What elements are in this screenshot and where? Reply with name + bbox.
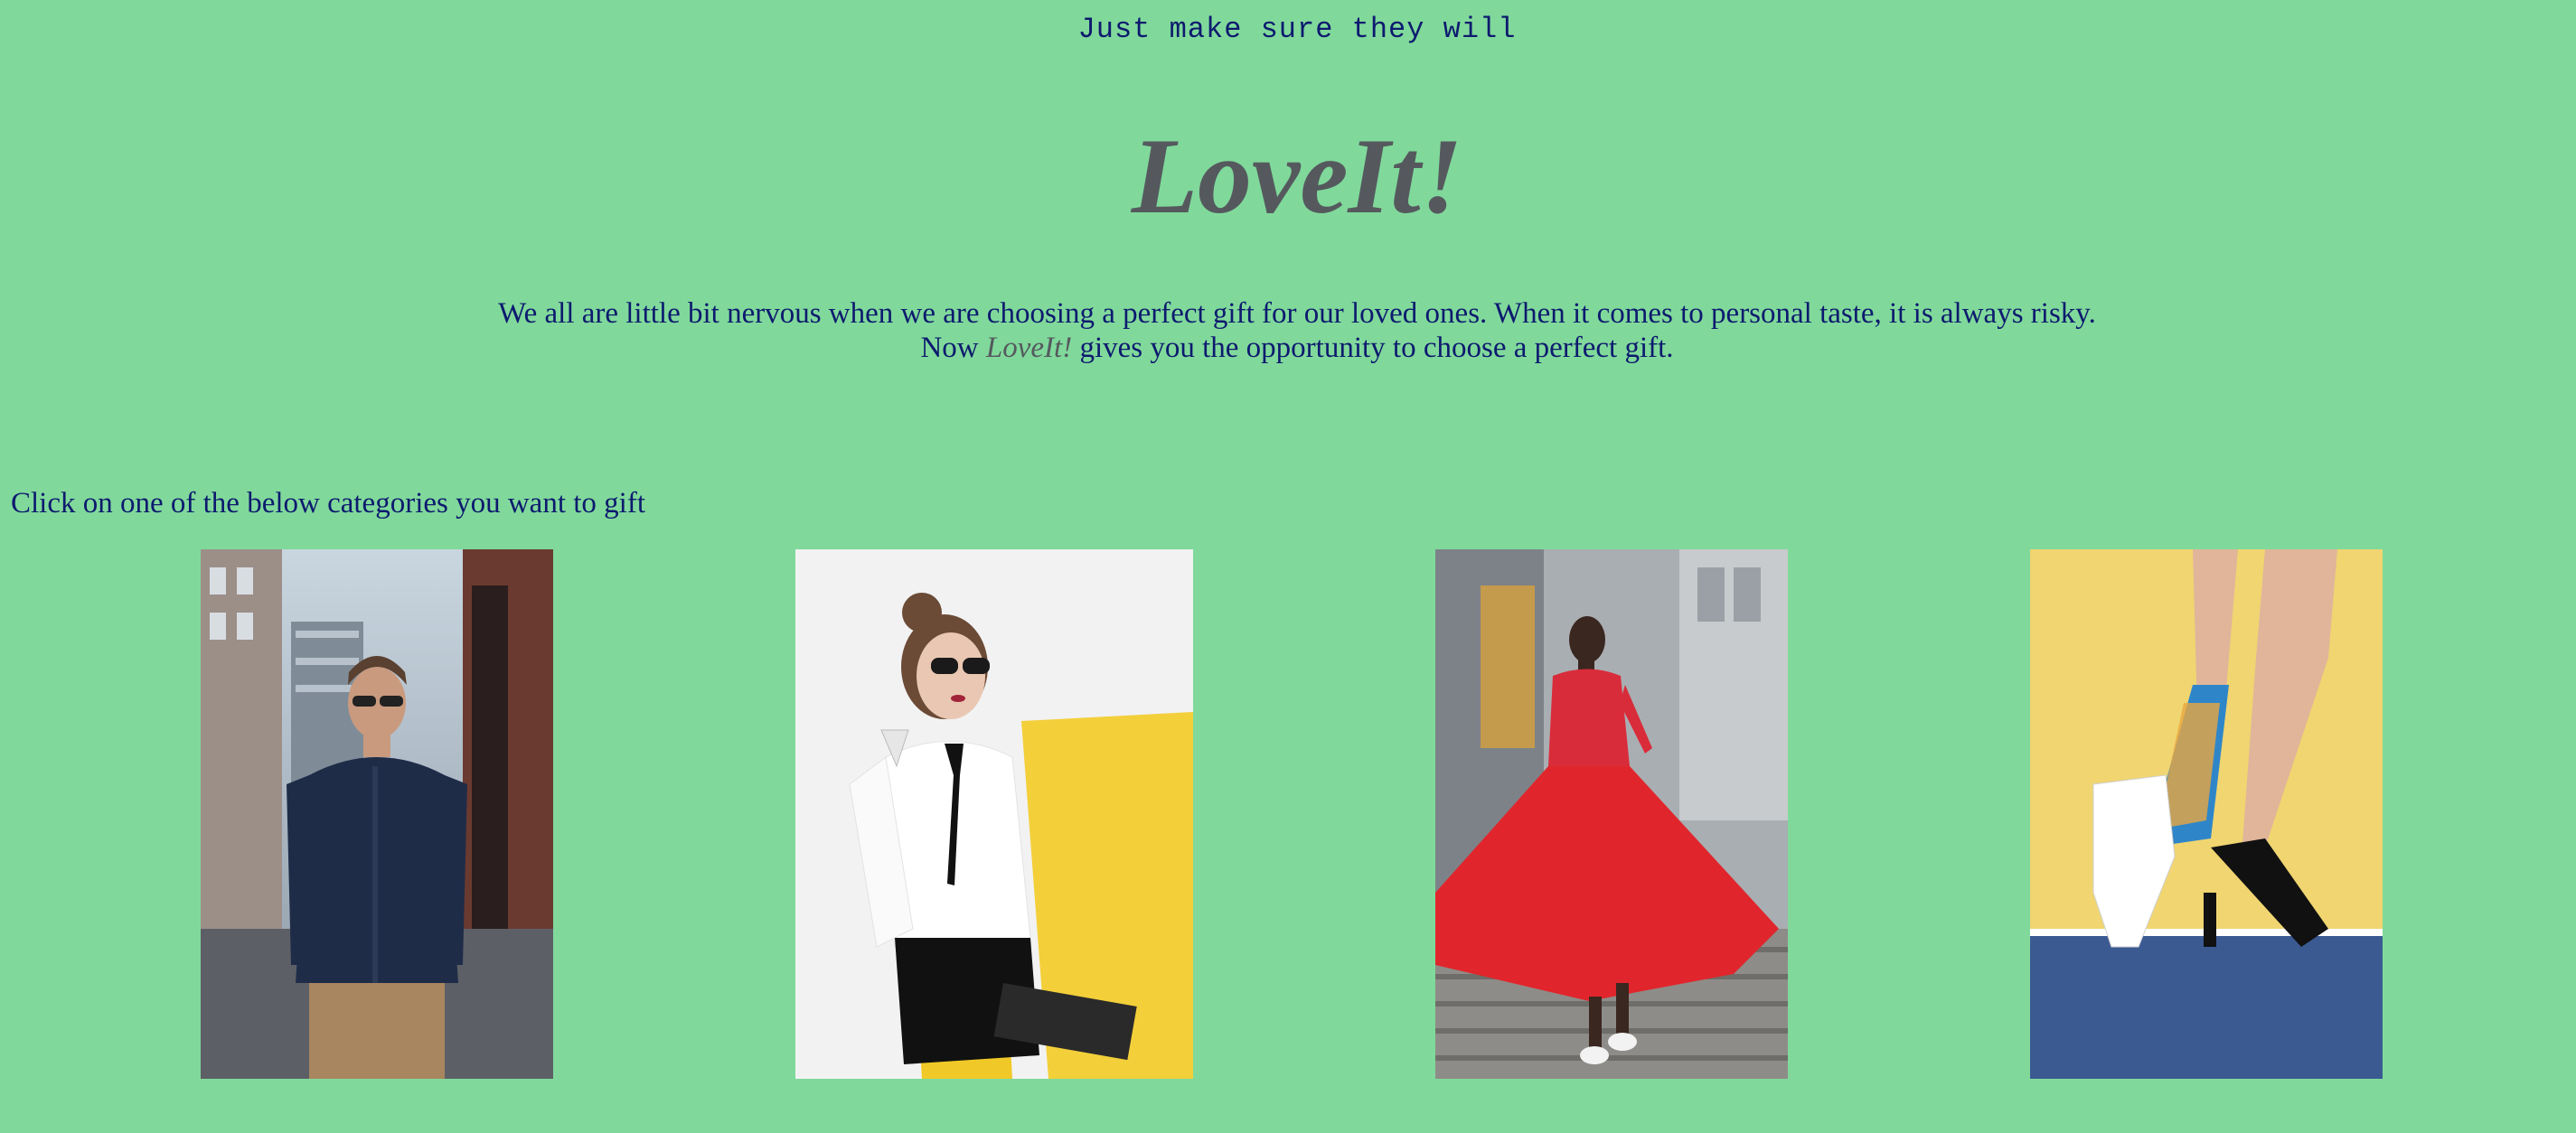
red-dress-photo <box>1435 549 1788 1079</box>
category-women-image[interactable] <box>795 549 1193 1079</box>
brand-title: LoveIt! <box>1131 116 1463 236</box>
category-dresses-image[interactable] <box>1435 549 1788 1079</box>
intro-text: We all are little bit nervous when we ar… <box>0 296 2576 365</box>
intro-line-2-end: gives you the opportunity to choose a pe… <box>1072 332 1674 364</box>
woman-blouse-photo <box>795 549 1193 1079</box>
intro-line-2-start: Now <box>920 332 986 364</box>
tagline: Just make sure they will <box>1077 13 1517 46</box>
intro-line-1: We all are little bit nervous when we ar… <box>498 297 2096 330</box>
category-accessories-image[interactable] <box>2030 549 2383 1079</box>
category-men-image[interactable] <box>201 549 553 1079</box>
category-prompt: Click on one of the below categories you… <box>11 487 645 520</box>
brand-inline: LoveIt! <box>985 332 1073 364</box>
socks-photo <box>2030 549 2383 1079</box>
man-photo <box>201 549 553 1079</box>
intro-line-2: Now LoveIt! gives you the opportunity to… <box>0 331 2576 365</box>
